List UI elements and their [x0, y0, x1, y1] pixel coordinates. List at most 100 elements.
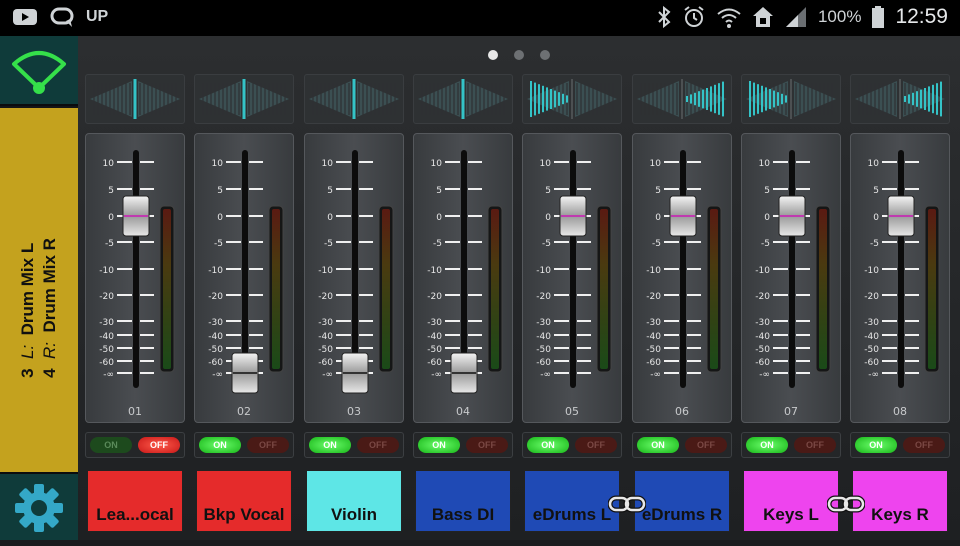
mute-switch[interactable]: ON OFF	[304, 432, 404, 458]
page-dot[interactable]	[540, 50, 550, 60]
channel-strip: 10 5 0 -5 -10 -20 -30 -40 -50 -60 -∞ 06	[632, 133, 732, 423]
channel-name-button[interactable]: eDrums L	[524, 470, 620, 532]
fader-scale: 10 5 0 -5 -10 -20 -30 -40 -50 -60 -∞	[208, 150, 284, 394]
fader-cap[interactable]	[778, 195, 806, 237]
scale-label: -60	[99, 358, 114, 368]
on-button[interactable]: ON	[418, 437, 460, 453]
scale-label: -10	[208, 266, 223, 276]
fader-cap[interactable]	[341, 352, 369, 394]
channel-name-button[interactable]: eDrums R	[634, 470, 730, 532]
pan-control[interactable]	[304, 74, 404, 124]
channel-number: 03	[347, 405, 361, 418]
channel-name-button[interactable]: Keys R	[852, 470, 948, 532]
channel-strip: 10 5 0 -5 -10 -20 -30 -40 -50 -60 -∞ 01	[85, 133, 185, 423]
pan-control[interactable]	[522, 74, 622, 124]
mute-switch[interactable]: ON OFF	[413, 432, 513, 458]
channel-name-button[interactable]: Keys L	[743, 470, 839, 532]
mute-switch[interactable]: ON OFF	[632, 432, 732, 458]
mute-switch[interactable]: ON OFF	[522, 432, 622, 458]
scale-label: -5	[214, 239, 223, 249]
channel-number: 06	[675, 405, 689, 418]
scale-label: -30	[536, 318, 551, 328]
battery-percentage: 100%	[817, 7, 862, 26]
pan-control[interactable]	[741, 74, 841, 124]
scale-label: 10	[103, 159, 115, 169]
pan-display	[855, 79, 945, 119]
off-button[interactable]: OFF	[685, 437, 727, 453]
on-button[interactable]: ON	[199, 437, 241, 453]
scale-label: -40	[318, 332, 333, 342]
battery-icon	[872, 6, 885, 28]
pan-control[interactable]	[85, 74, 185, 124]
mixer-area: 10 5 0 -5 -10 -20 -30 -40 -50 -60 -∞ 01 ON OFF Lea...o…	[78, 36, 960, 540]
page-dot[interactable]	[514, 50, 524, 60]
scale-label: 0	[217, 213, 223, 223]
scale-label: -10	[318, 266, 333, 276]
scale-label: -30	[864, 318, 879, 328]
off-button[interactable]: OFF	[903, 437, 945, 453]
scale-label: -30	[755, 318, 770, 328]
bluetooth-icon	[658, 5, 671, 29]
channel-name-button[interactable]: Bkp Vocal	[196, 470, 292, 532]
channel-name-button[interactable]: Violin	[306, 470, 402, 532]
pan-control[interactable]	[194, 74, 294, 124]
channel-number: 05	[565, 405, 579, 418]
fader-cap[interactable]	[559, 195, 587, 237]
scale-label: 0	[545, 213, 551, 223]
scale-label: 10	[212, 159, 224, 169]
scale-label: 5	[873, 186, 879, 196]
output-selector[interactable]: 3 L: Drum Mix L 4 R: Drum Mix R	[0, 108, 78, 508]
on-button[interactable]: ON	[855, 437, 897, 453]
off-button[interactable]: OFF	[575, 437, 617, 453]
page-indicator[interactable]	[78, 50, 960, 60]
scale-label: -60	[646, 358, 661, 368]
alarm-icon	[684, 6, 704, 27]
fader-track	[133, 150, 139, 388]
pan-control[interactable]	[413, 74, 513, 124]
off-button[interactable]: OFF	[247, 437, 289, 453]
fader-cap[interactable]	[231, 352, 259, 394]
on-button[interactable]: ON	[637, 437, 679, 453]
mute-switch[interactable]: ON OFF	[741, 432, 841, 458]
off-button[interactable]: OFF	[466, 437, 508, 453]
scale-label: -10	[755, 266, 770, 276]
status-bar: UP 100% 12:59	[0, 0, 960, 36]
output-selector-label: 3 L: Drum Mix L 4 R: Drum Mix R	[17, 238, 61, 378]
settings-button[interactable]	[0, 472, 78, 540]
pan-display	[746, 79, 836, 119]
fader-cap[interactable]	[122, 195, 150, 237]
scale-label: 10	[759, 159, 771, 169]
scale-label: -20	[318, 292, 333, 302]
scale-label: -50	[318, 345, 333, 355]
channel-name-button[interactable]: Bass DI	[415, 470, 511, 532]
fader-cap[interactable]	[669, 195, 697, 237]
on-button[interactable]: ON	[90, 437, 132, 453]
scale-label: -30	[646, 318, 661, 328]
fader-cap[interactable]	[887, 195, 915, 237]
scale-label: -60	[318, 358, 333, 368]
mute-switch[interactable]: ON OFF	[850, 432, 950, 458]
home-icon	[752, 7, 773, 27]
on-button[interactable]: ON	[309, 437, 351, 453]
mute-switch[interactable]: ON OFF	[194, 432, 294, 458]
scale-label: -40	[755, 332, 770, 342]
channel-name-button[interactable]: Lea...ocal	[87, 470, 183, 532]
off-button[interactable]: OFF	[794, 437, 836, 453]
scale-label: 5	[764, 186, 770, 196]
pan-control[interactable]	[850, 74, 950, 124]
fader-scale: 10 5 0 -5 -10 -20 -30 -40 -50 -60 -∞	[646, 150, 722, 388]
mute-switch[interactable]: ON OFF	[85, 432, 185, 458]
channel-number: 07	[784, 405, 798, 418]
fader-cap[interactable]	[450, 352, 478, 394]
off-button[interactable]: OFF	[138, 437, 180, 453]
scale-label: -20	[646, 292, 661, 302]
fader-scale: 10 5 0 -5 -10 -20 -30 -40 -50 -60 -∞	[536, 150, 612, 388]
off-button[interactable]: OFF	[357, 437, 399, 453]
on-button[interactable]: ON	[527, 437, 569, 453]
scale-label: -10	[864, 266, 879, 276]
page-dot[interactable]	[488, 50, 498, 60]
fader-scale: 10 5 0 -5 -10 -20 -30 -40 -50 -60 -∞	[318, 150, 394, 394]
pan-control[interactable]	[632, 74, 732, 124]
connection-button[interactable]	[0, 36, 78, 106]
on-button[interactable]: ON	[746, 437, 788, 453]
